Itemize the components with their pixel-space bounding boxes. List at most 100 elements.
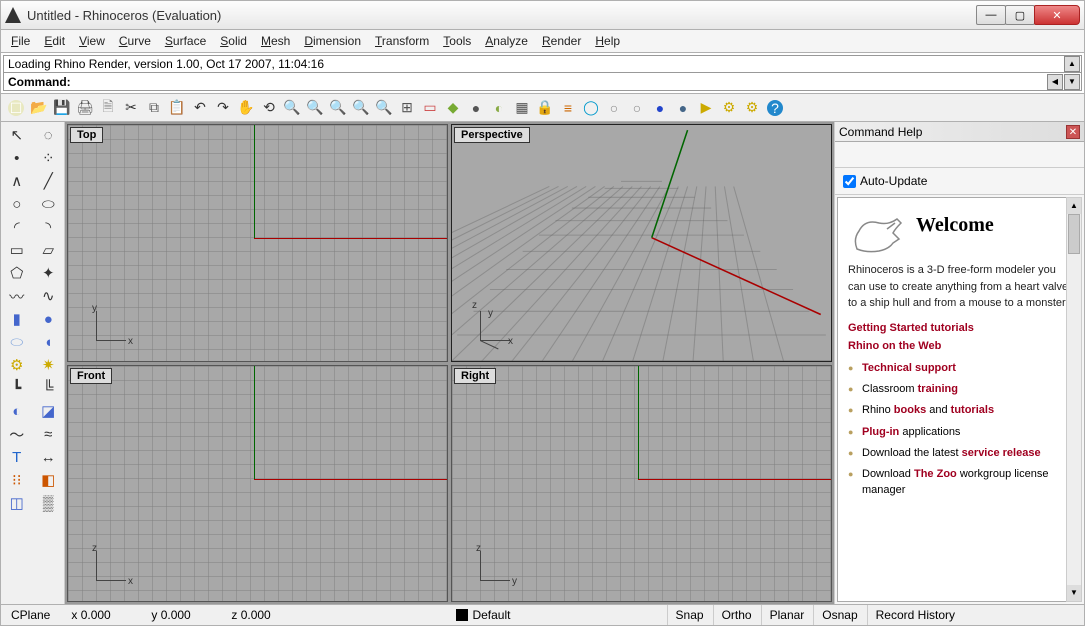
zoom-previous-icon[interactable]: 🔍 [373,97,395,119]
menu-solid[interactable]: Solid [220,34,247,48]
status-toggle-ortho[interactable]: Ortho [713,605,761,625]
menu-curve[interactable]: Curve [119,34,151,48]
menu-render[interactable]: Render [542,34,581,48]
mirror-icon[interactable]: ◧ [36,469,60,491]
history-scroll-up[interactable]: ▲ [1064,56,1080,72]
polyline-icon[interactable]: ∧ [5,170,29,192]
help-list-item[interactable]: Rhino books and tutorials [848,400,1071,421]
pointer-icon[interactable]: ↖ [5,124,29,146]
menu-tools[interactable]: Tools [443,34,471,48]
render-icon[interactable]: ◐ [488,97,510,119]
help-list-item[interactable]: Classroom training [848,379,1071,400]
circle-icon[interactable]: ○ [5,193,29,215]
status-toggle-record-history[interactable]: Record History [867,605,964,625]
help-list-item[interactable]: Plug-in applications [848,422,1071,443]
cylinder-icon[interactable]: ⬭ [5,331,29,353]
paste-icon[interactable]: 📋 [166,97,188,119]
viewport-label[interactable]: Top [70,127,103,143]
zoom-extents-icon[interactable]: 🔍 [327,97,349,119]
copy-icon[interactable]: ⧉ [143,97,165,119]
viewport-top[interactable]: Top xy [67,124,448,362]
help-list-item[interactable]: Download The Zoo workgroup license manag… [848,464,1071,501]
minimize-button[interactable]: — [976,5,1006,25]
help-scrollbar[interactable]: ▲ ▼ [1066,197,1082,602]
command-input[interactable] [75,75,1077,89]
rotate-icon[interactable]: ⟲ [258,97,280,119]
point-icon[interactable]: • [5,147,29,169]
lock-icon[interactable]: 🔒 [534,97,556,119]
history-scroll-left[interactable]: ◀ [1047,74,1063,90]
sphere-icon[interactable]: ● [672,97,694,119]
menu-view[interactable]: View [79,34,105,48]
block-icon[interactable]: ◫ [5,492,29,514]
sphere-solid-icon[interactable]: ● [36,308,60,330]
undo-icon[interactable]: ↶ [189,97,211,119]
menu-dimension[interactable]: Dimension [304,34,361,48]
close-button[interactable]: ✕ [1034,5,1080,25]
polygon-icon[interactable]: ⬠ [5,262,29,284]
command-line[interactable]: Command: ◀ ▼ [3,73,1082,91]
plane-icon[interactable]: ▱ [36,239,60,261]
maximize-button[interactable]: ▢ [1005,5,1035,25]
color-wheel-icon[interactable]: ◯ [580,97,602,119]
status-toggle-planar[interactable]: Planar [761,605,814,625]
properties-icon[interactable]: ○ [603,97,625,119]
dim-icon[interactable]: ↔ [36,446,60,468]
sphere-blue-icon[interactable]: ● [649,97,671,119]
pan-icon[interactable]: ✋ [235,97,257,119]
boolean-icon[interactable]: ◐ [5,400,29,422]
menu-file[interactable]: File [11,34,30,48]
offset-icon[interactable]: ≈ [36,423,60,445]
fillet-icon[interactable]: ┗ [5,377,29,399]
gear-icon[interactable]: ⚙ [5,354,29,376]
show-toolbar-icon[interactable]: ▦ [511,97,533,119]
explode-icon[interactable]: ✷ [36,354,60,376]
arc-icon[interactable]: ◜ [5,216,29,238]
zoom-window-icon[interactable]: 🔍 [304,97,326,119]
box-solid-icon[interactable]: ▮ [5,308,29,330]
help-icon[interactable]: ? [764,97,786,119]
text-icon[interactable]: T [5,446,29,468]
interp-curve-icon[interactable]: ∿ [36,285,60,307]
viewport-front[interactable]: Front xz [67,365,448,603]
zoom-dynamic-icon[interactable]: 🔍 [281,97,303,119]
open-icon[interactable]: 📂 [28,97,50,119]
menu-transform[interactable]: Transform [375,34,429,48]
viewport-perspective[interactable]: Perspective x y z [451,124,832,362]
scroll-down-icon[interactable]: ▼ [1067,585,1081,601]
array-icon[interactable]: ⁝⁝ [5,469,29,491]
viewport-right[interactable]: Right yz [451,365,832,603]
lasso-icon[interactable]: ◌ [36,124,60,146]
cut-icon[interactable]: ✂ [120,97,142,119]
panel-close-button[interactable]: ✕ [1066,125,1080,139]
scroll-thumb[interactable] [1068,214,1080,254]
gear2-icon[interactable]: ⚙ [741,97,763,119]
join-icon[interactable]: ╚ [36,377,60,399]
ellipse-icon[interactable]: ⬭ [36,193,60,215]
zoom-selected-icon[interactable]: 🔍 [350,97,372,119]
set-view-icon[interactable]: ◆ [442,97,464,119]
viewport-label[interactable]: Right [454,368,496,384]
curve-freeform-icon[interactable]: 〰 [5,285,29,307]
star-icon[interactable]: ✦ [36,262,60,284]
auto-update-checkbox[interactable] [843,175,856,188]
doc-properties-icon[interactable]: 🗎 [97,97,119,119]
redo-icon[interactable]: ↷ [212,97,234,119]
status-toggle-osnap[interactable]: Osnap [813,605,866,625]
arc3pt-icon[interactable]: ◝ [36,216,60,238]
viewport-label[interactable]: Perspective [454,127,530,143]
menu-mesh[interactable]: Mesh [261,34,290,48]
status-layer[interactable]: Default [446,605,521,625]
rectangle-icon[interactable]: ▭ [5,239,29,261]
menu-analyze[interactable]: Analyze [485,34,528,48]
viewport-label[interactable]: Front [70,368,112,384]
gear1-icon[interactable]: ⚙ [718,97,740,119]
shade-icon[interactable]: ● [465,97,487,119]
status-toggle-snap[interactable]: Snap [667,605,713,625]
analyze-icon[interactable]: ▒ [36,492,60,514]
history-scroll-down[interactable]: ▼ [1064,74,1080,90]
options-icon[interactable]: ▶ [695,97,717,119]
getting-started-link[interactable]: Getting Started tutorials [848,322,1071,334]
new-icon[interactable]: ☐ [5,97,27,119]
save-icon[interactable]: 💾 [51,97,73,119]
